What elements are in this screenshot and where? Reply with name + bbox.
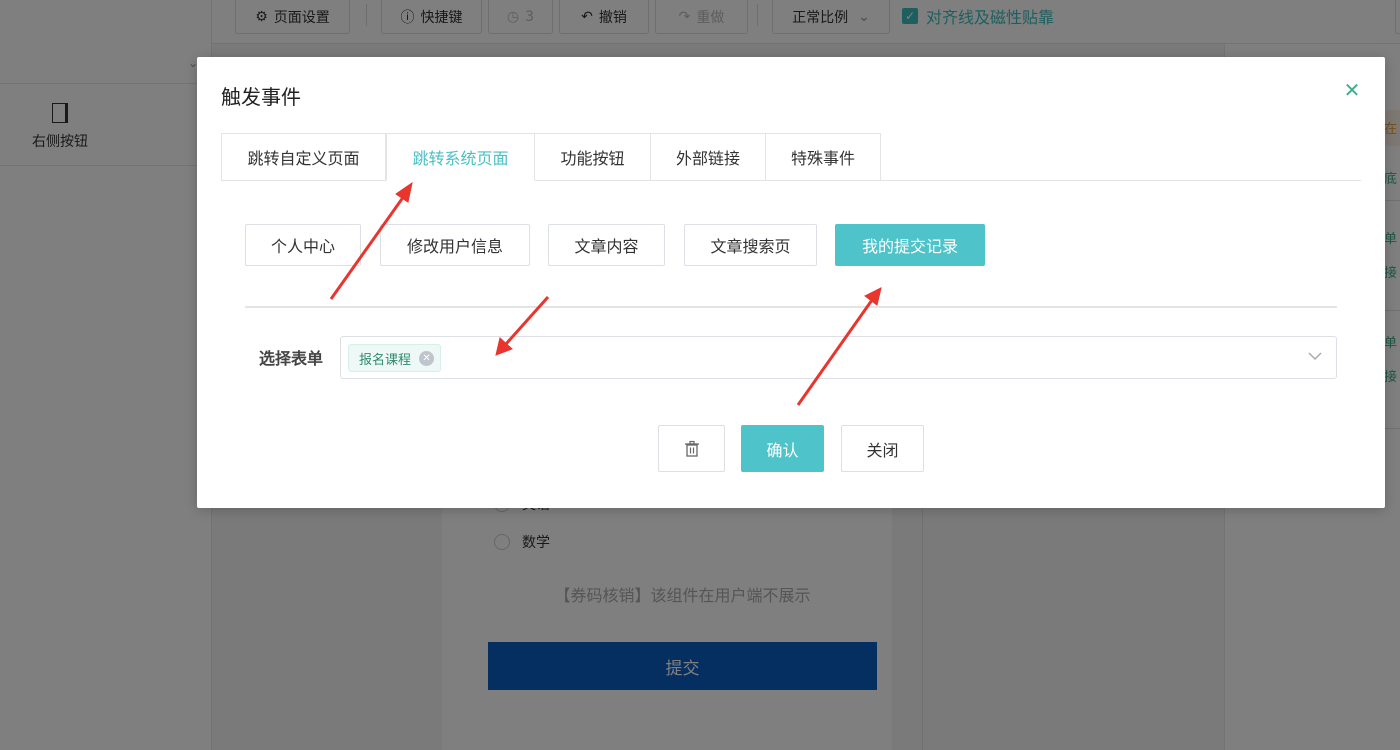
tab-function-button[interactable]: 功能按钮 xyxy=(535,133,651,181)
close-icon[interactable]: ✕ xyxy=(1341,79,1363,101)
tag-close-icon[interactable]: ✕ xyxy=(419,350,435,366)
tab-custom-page[interactable]: 跳转自定义页面 xyxy=(221,133,386,181)
tab-system-page[interactable]: 跳转系统页面 xyxy=(386,133,535,181)
system-page-edit-user-info[interactable]: 修改用户信息 xyxy=(380,224,530,266)
trigger-event-dialog: 触发事件 ✕ 跳转自定义页面 跳转系统页面 功能按钮 外部链接 特殊事件 个人中… xyxy=(197,57,1385,508)
system-page-personal-center[interactable]: 个人中心 xyxy=(245,224,361,266)
form-select-label: 选择表单 xyxy=(259,349,324,368)
event-tabs: 跳转自定义页面 跳转系统页面 功能按钮 外部链接 特殊事件 xyxy=(221,133,1361,181)
form-select[interactable]: 报名课程 ✕ xyxy=(340,336,1337,379)
selected-tag: 报名课程 ✕ xyxy=(348,344,442,372)
tab-special-event[interactable]: 特殊事件 xyxy=(766,133,881,181)
system-page-article-content[interactable]: 文章内容 xyxy=(548,224,665,266)
dialog-title: 触发事件 xyxy=(221,85,301,109)
trash-icon xyxy=(684,440,699,457)
close-button[interactable]: 关闭 xyxy=(841,425,924,472)
divider xyxy=(245,306,1337,308)
tag-label: 报名课程 xyxy=(359,352,412,368)
confirm-button[interactable]: 确认 xyxy=(741,425,824,472)
system-page-my-submissions[interactable]: 我的提交记录 xyxy=(835,224,985,266)
delete-button[interactable] xyxy=(658,425,725,472)
system-page-article-search[interactable]: 文章搜索页 xyxy=(684,224,817,266)
chevron-down-icon xyxy=(1308,352,1322,361)
tab-external-link[interactable]: 外部链接 xyxy=(651,133,766,181)
